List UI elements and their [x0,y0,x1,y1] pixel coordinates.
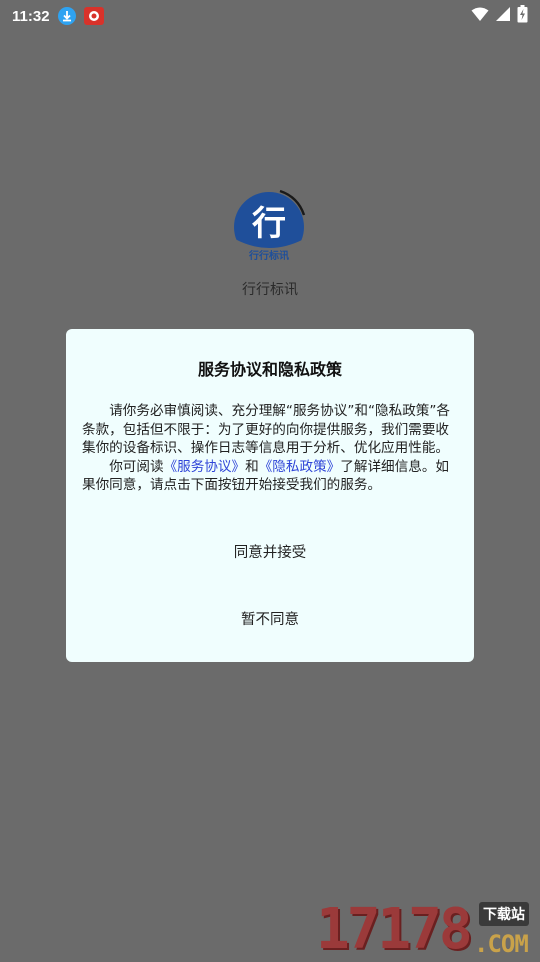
service-agreement-link[interactable]: 《服务协议》 [164,459,246,475]
p2-before: 你可阅读 [109,458,164,475]
wifi-icon [471,7,489,26]
logo-caption: 行行标讯 [248,249,289,262]
agree-button[interactable]: 同意并接受 [66,541,474,562]
watermark-domain: .COM [474,930,529,958]
p2-and: 和 [245,458,259,475]
watermark-tag: 下载站 [479,902,529,926]
privacy-dialog: 服务协议和隐私政策 请你务必审慎阅读、充分理解“服务协议”和“隐私政策”各条款，… [66,329,474,662]
app-logo: 行 行行标讯 [232,189,308,265]
dialog-title: 服务协议和隐私政策 [197,360,342,379]
watermark-digits: 17178 [316,897,473,962]
battery-charging-icon [517,5,528,27]
dialog-paragraph-2: 你可阅读《服务协议》和《隐私政策》了解详细信息。如果你同意，请点击下面按钮开始接… [82,458,460,495]
app-notification-icon [83,7,104,25]
status-left: 11:32 [12,7,104,25]
signal-icon [495,6,511,26]
watermark: 17178 下载站 .COM [316,898,540,960]
privacy-policy-link[interactable]: 《隐私政策》 [259,459,341,475]
status-bar: 11:32 [0,0,540,32]
logo-char: 行 [252,204,286,244]
status-right [471,5,528,27]
app-name: 行行标讯 [242,282,298,298]
dialog-body: 请你务必审慎阅读、充分理解“服务协议”和“隐私政策”各条款，包括但不限于：为了更… [82,402,460,495]
download-icon [57,7,76,25]
dialog-paragraph-1: 请你务必审慎阅读、充分理解“服务协议”和“隐私政策”各条款，包括但不限于：为了更… [82,403,451,456]
decline-button[interactable]: 暂不同意 [66,608,474,629]
status-time: 11:32 [12,7,50,25]
